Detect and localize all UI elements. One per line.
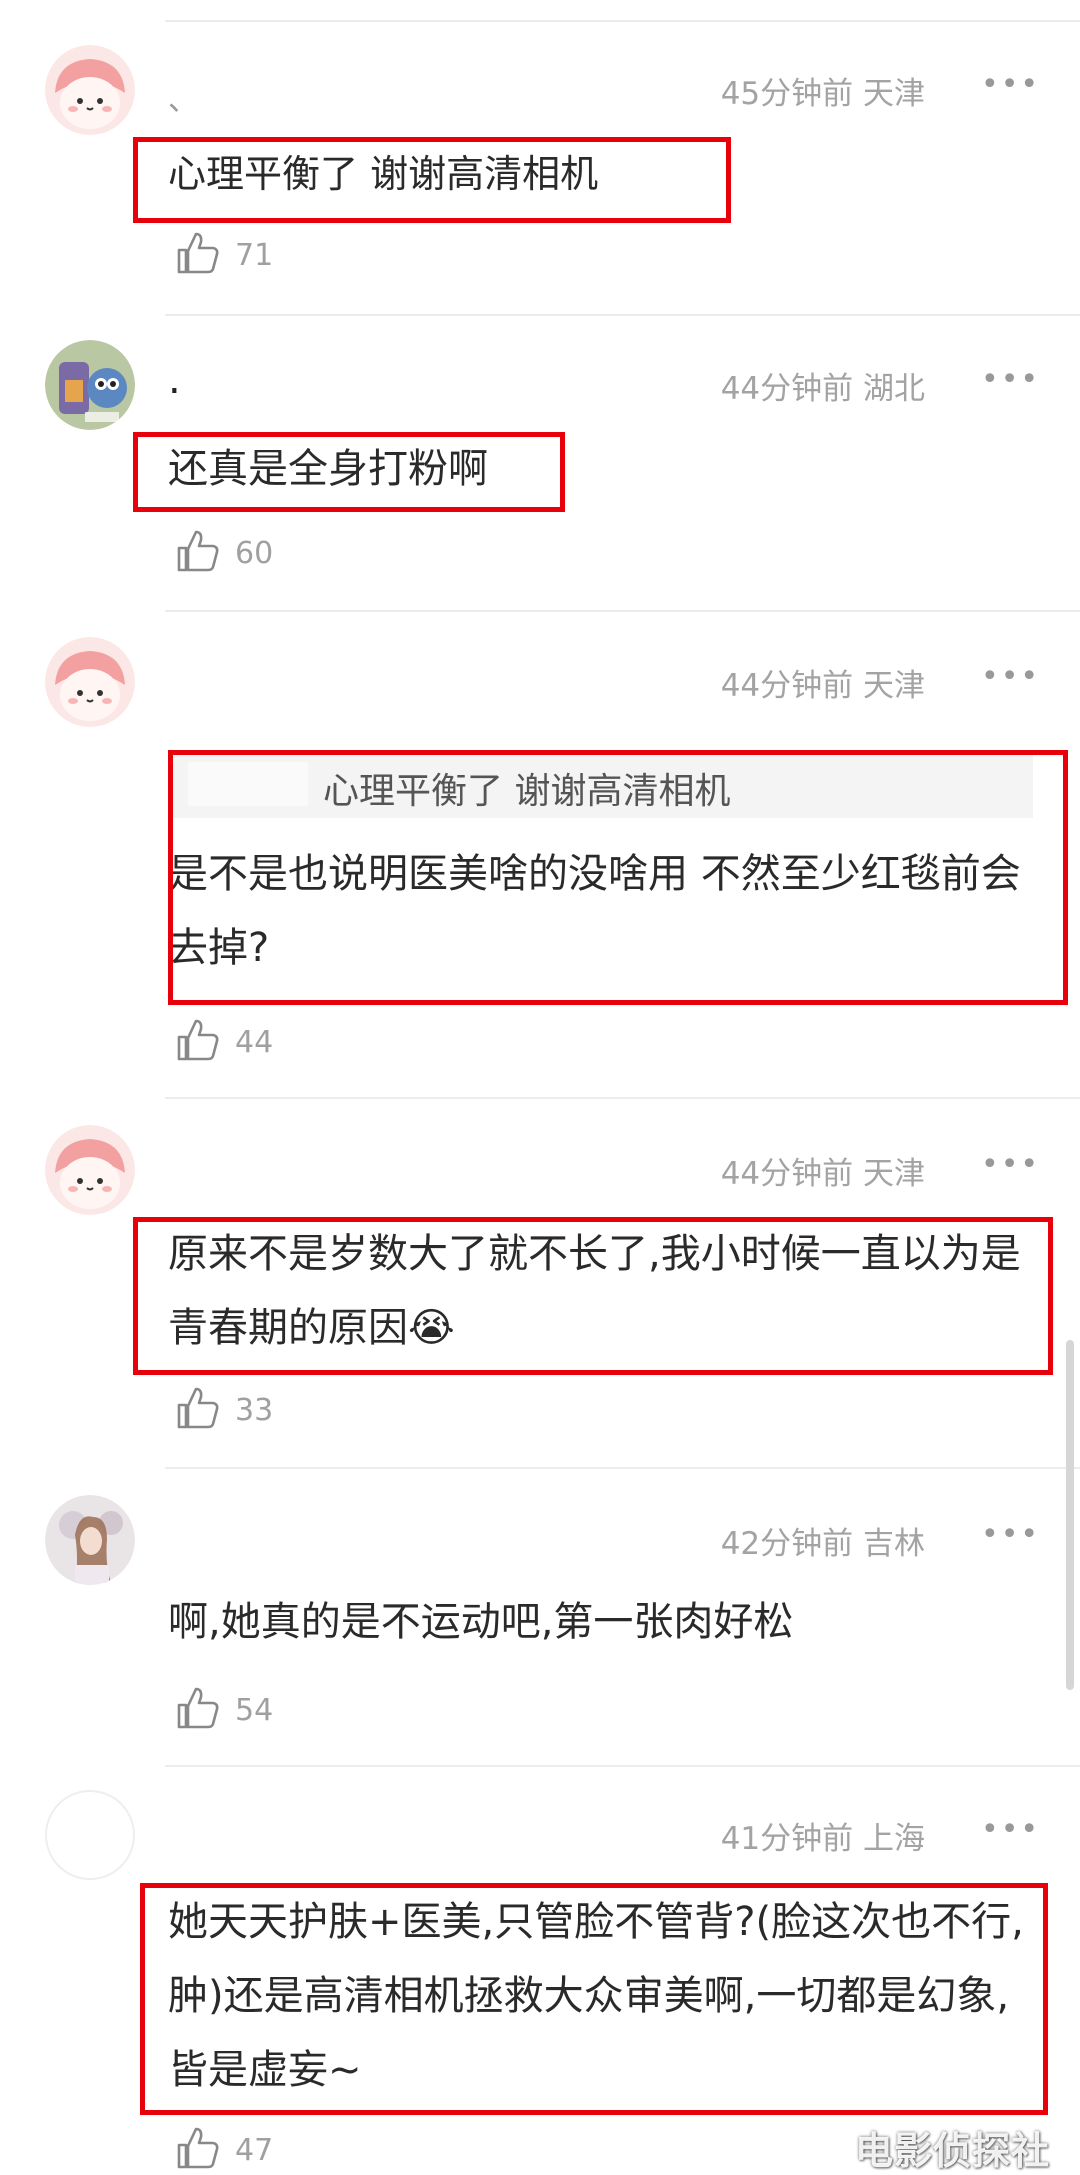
like-button[interactable]: 47 [175, 2125, 335, 2175]
user-avatar[interactable] [45, 637, 135, 727]
comment-location: 上海 [863, 1821, 925, 1857]
divider [165, 314, 1080, 316]
comment-time: 44分钟前 [720, 371, 854, 407]
comment-location: 天津 [863, 668, 925, 704]
thumbs-up-icon [177, 2127, 219, 2169]
comment-location: 天津 [863, 1156, 925, 1192]
like-count: 60 [235, 536, 274, 571]
comment-meta: 42分钟前 吉林 [721, 1518, 925, 1563]
more-options-icon[interactable]: ••• [981, 662, 1038, 692]
more-options-icon[interactable]: ••• [981, 70, 1038, 100]
comment-meta: 44分钟前 天津 [721, 660, 925, 705]
more-options-icon[interactable]: ••• [981, 1520, 1038, 1550]
divider [165, 1097, 1080, 1099]
user-avatar[interactable] [45, 1790, 135, 1880]
like-button[interactable]: 44 [175, 1017, 335, 1067]
thumbs-up-icon [177, 1387, 219, 1429]
comment-text: 原来不是岁数大了就不长了,我小时候一直以为是青春期的原因😭 [168, 1231, 1021, 1351]
comment-text: 啊,她真的是不运动吧,第一张肉好松 [168, 1599, 794, 1645]
divider [165, 1765, 1080, 1767]
like-count: 33 [235, 1393, 274, 1428]
user-avatar[interactable] [45, 1495, 135, 1585]
like-button[interactable]: 71 [175, 230, 335, 280]
divider [165, 1467, 1080, 1469]
like-count: 47 [235, 2133, 274, 2168]
more-options-icon[interactable]: ••• [981, 1150, 1038, 1180]
comment-meta: 44分钟前 湖北 [721, 363, 925, 408]
divider [165, 20, 1080, 22]
nickname[interactable]: 、 [168, 75, 198, 119]
like-button[interactable]: 33 [175, 1385, 335, 1435]
comment-time: 41分钟前 [720, 1821, 854, 1857]
user-avatar[interactable] [45, 1125, 135, 1215]
like-count: 44 [235, 1025, 274, 1060]
comment-text: 心理平衡了 谢谢高清相机 [168, 152, 599, 196]
like-button[interactable]: 60 [175, 528, 335, 578]
comment-meta: 41分钟前 上海 [721, 1813, 925, 1858]
comment-time: 42分钟前 [720, 1526, 854, 1562]
comment-time: 44分钟前 [720, 1156, 854, 1192]
more-options-icon[interactable]: ••• [981, 1815, 1038, 1845]
watermark: 电影侦探社 [854, 2129, 1050, 2173]
comment-meta: 44分钟前 天津 [721, 1148, 925, 1193]
comment-time: 44分钟前 [720, 668, 854, 704]
comment-time: 45分钟前 [720, 76, 854, 112]
thumbs-up-icon [177, 530, 219, 572]
comment-location: 湖北 [863, 371, 925, 407]
like-count: 71 [235, 238, 274, 273]
comment-location: 天津 [863, 76, 925, 112]
comment-meta: 45分钟前 天津 [721, 68, 925, 113]
comment-location: 吉林 [863, 1526, 925, 1562]
divider [165, 610, 1080, 612]
scrollbar[interactable] [1066, 1340, 1074, 1690]
comment-text: 还真是全身打粉啊 [168, 446, 488, 492]
more-options-icon[interactable]: ••• [981, 365, 1038, 395]
user-avatar[interactable] [45, 45, 135, 135]
thumbs-up-icon [177, 232, 219, 274]
quoted-author-redacted [188, 762, 308, 806]
like-button[interactable]: 54 [175, 1685, 335, 1735]
quoted-reply[interactable]: 心理平衡了 谢谢高清相机 [168, 752, 1033, 818]
thumbs-up-icon [177, 1687, 219, 1729]
user-avatar[interactable] [45, 340, 135, 430]
comment-text: 是不是也说明医美啥的没啥用 不然至少红毯前会去掉? [168, 851, 1021, 971]
comment-text: 她天天护肤+医美,只管脸不管背?(脸这次也不行,肿)还是高清相机拯救大众审美啊,… [168, 1899, 1024, 2093]
nickname[interactable]: . [168, 357, 181, 403]
thumbs-up-icon [177, 1019, 219, 1061]
quoted-text: 心理平衡了 谢谢高清相机 [323, 771, 731, 812]
like-count: 54 [235, 1693, 274, 1728]
